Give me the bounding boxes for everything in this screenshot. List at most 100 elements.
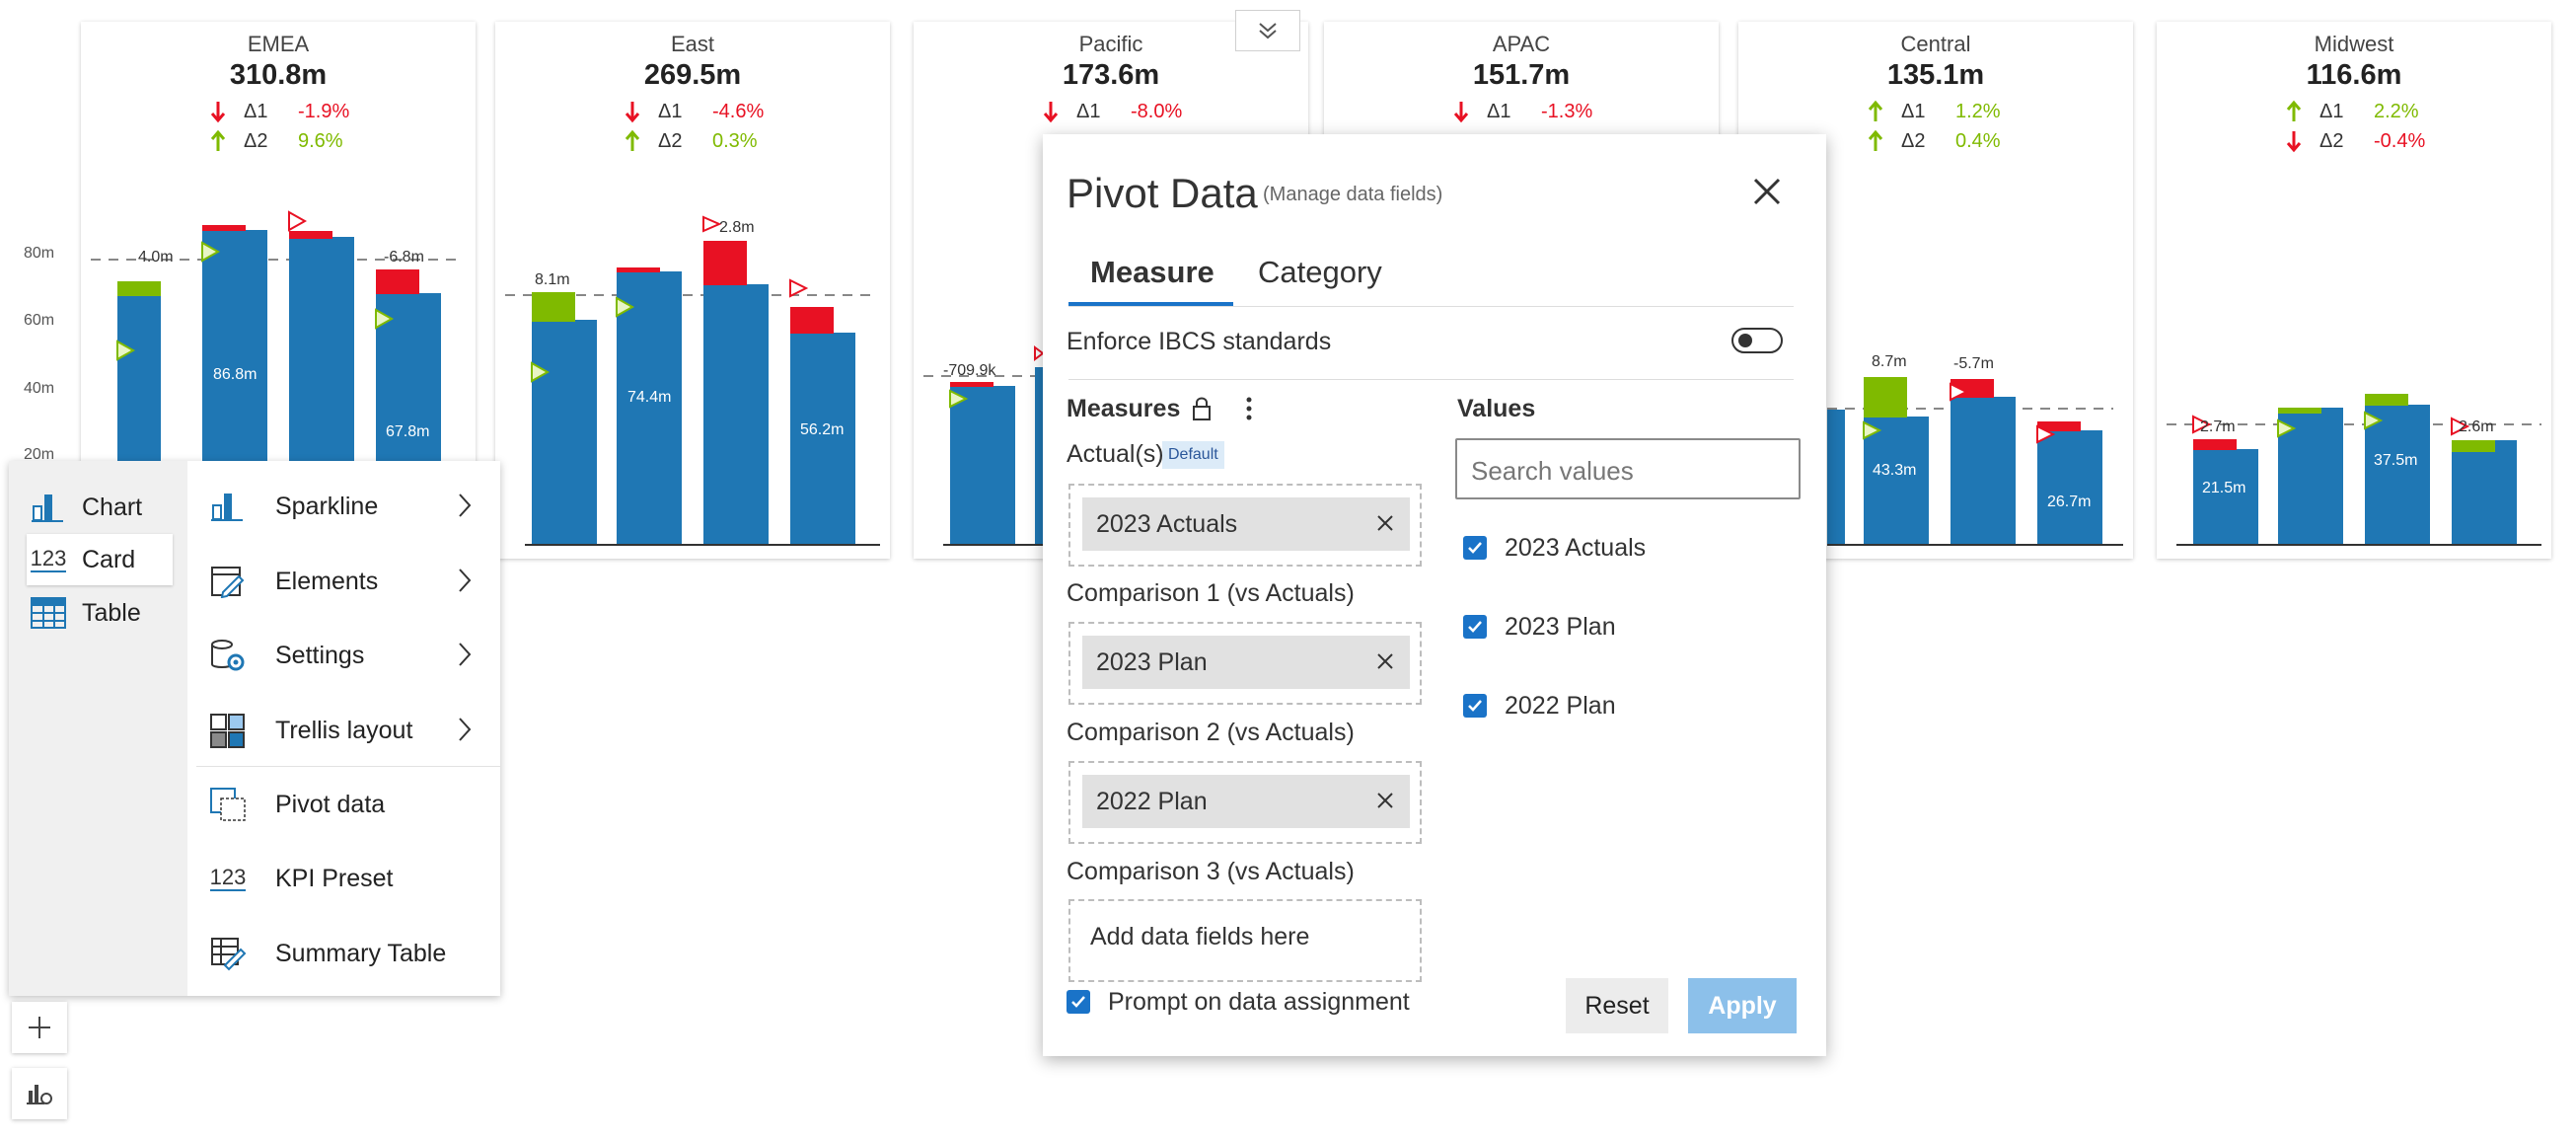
arrow-up-icon	[1868, 100, 1883, 121]
x-tick-label: Q3	[2380, 557, 2400, 559]
bar-actual	[2365, 405, 2430, 545]
bar-variance-negative	[790, 307, 834, 334]
visual-type-table[interactable]: Table	[27, 587, 141, 639]
y-tick: 40m	[24, 380, 55, 397]
visual-type-chart[interactable]: Chart	[27, 482, 142, 533]
close-icon[interactable]	[1747, 172, 1787, 211]
delta-value: 0.3%	[712, 130, 758, 152]
delta-label: Δ1	[1901, 101, 1926, 122]
menu-item-elements[interactable]: Elements	[206, 547, 492, 616]
section-divider	[1068, 379, 1794, 380]
menu-item-kpi-preset[interactable]: 123 KPI Preset	[206, 844, 492, 913]
elements-edit-icon	[206, 562, 250, 601]
value-checkbox-row[interactable]: 2023 Plan	[1463, 610, 1616, 644]
visual-type-card[interactable]: 123 Card	[27, 534, 173, 585]
ibcs-toggle[interactable]	[1731, 328, 1783, 353]
remove-icon[interactable]	[1374, 512, 1396, 534]
bar-actual	[1864, 417, 1929, 545]
apply-button[interactable]: Apply	[1688, 978, 1797, 1033]
bar-chart-icon	[27, 488, 70, 527]
field-chip[interactable]: 2023 Plan	[1082, 636, 1410, 689]
add-visual-button[interactable]	[12, 1002, 67, 1053]
x-tick-label: Q2	[2293, 557, 2314, 559]
delta-row: Δ1 -4.6%	[495, 99, 890, 128]
delta-label: Δ1	[2319, 101, 2344, 122]
comparison-2-dropzone[interactable]: 2022 Plan	[1068, 761, 1422, 844]
pivot-data-icon	[206, 785, 250, 824]
delta-label: Δ2	[658, 130, 683, 152]
bar-actual	[617, 271, 682, 545]
field-chip[interactable]: 2022 Plan	[1082, 775, 1410, 828]
prompt-label: Prompt on data assignment	[1108, 987, 1410, 1016]
y-tick: 80m	[24, 245, 55, 262]
remove-icon[interactable]	[1374, 790, 1396, 811]
value-label: 2022 Plan	[1505, 691, 1616, 720]
search-values-input[interactable]: Search values	[1455, 438, 1801, 499]
menu-item-pivot-data[interactable]: Pivot data	[206, 770, 492, 839]
bar-variance-negative	[2193, 439, 2237, 450]
delta-row: Δ1 2.2%	[2157, 99, 2551, 128]
dialog-subtitle: (Manage data fields)	[1263, 184, 1443, 205]
toggle-knob	[1738, 334, 1752, 347]
data-label: 2.6m	[2459, 418, 2494, 435]
bar-value-label: 56.2m	[800, 421, 844, 438]
lock-icon[interactable]	[1191, 395, 1213, 422]
trellis-card-east[interactable]: 8.1m 2.8m 74.4m 56.2m Q1 Q2 Q3 Q4 East 2…	[495, 22, 890, 559]
x-tick-label: Q2	[1877, 557, 1898, 559]
value-checkbox-row[interactable]: 2023 Actuals	[1463, 531, 1646, 565]
comparison-1-dropzone[interactable]: 2023 Plan	[1068, 622, 1422, 705]
menu-item-label: Settings	[275, 641, 365, 669]
arrow-down-icon	[625, 102, 640, 123]
menu-item-trellis-layout[interactable]: Trellis layout	[206, 696, 492, 765]
double-chevron-down-icon	[1259, 23, 1277, 39]
data-label: 2.7m	[2200, 418, 2236, 435]
bar-value-label: 67.8m	[386, 423, 429, 440]
tab-measure[interactable]: Measure	[1090, 255, 1214, 290]
data-label: 2.8m	[719, 219, 755, 236]
checkbox-checked[interactable]	[1067, 990, 1090, 1014]
more-options-icon[interactable]	[1244, 395, 1254, 422]
remove-icon[interactable]	[1374, 650, 1396, 672]
trellis-card-midwest[interactable]: 2.7m 2.6m 21.5m 37.5m Q1 Q2 Q3 Q4 Midwes…	[2157, 22, 2551, 559]
arrow-up-icon	[625, 129, 640, 151]
value-checkbox-row[interactable]: 2022 Plan	[1463, 689, 1616, 722]
menu-item-label: Summary Table	[275, 939, 447, 967]
menu-item-label: Pivot data	[275, 790, 386, 818]
bar-actual	[703, 284, 769, 545]
delta-value: 0.4%	[1955, 130, 2001, 152]
chart-settings-button[interactable]	[12, 1068, 67, 1119]
summary-table-icon	[206, 934, 250, 973]
bar-variance-positive	[117, 281, 161, 296]
checkbox-checked[interactable]	[1463, 694, 1487, 718]
comparison-3-dropzone[interactable]: Add data fields here	[1068, 899, 1422, 982]
chevron-right-icon	[459, 643, 472, 666]
tab-divider	[1068, 306, 1794, 307]
menu-item-settings[interactable]: Settings	[206, 621, 492, 690]
chip-label: 2022 Plan	[1096, 787, 1208, 815]
reset-button[interactable]: Reset	[1566, 978, 1668, 1033]
dialog-title: Pivot Data	[1067, 170, 1258, 216]
tab-category[interactable]: Category	[1258, 255, 1382, 290]
chart-settings-icon	[27, 1085, 52, 1104]
bar-variance-negative	[703, 241, 747, 285]
x-tick-label: Q3	[1964, 557, 1985, 559]
actuals-dropzone[interactable]: 2023 Actuals	[1068, 484, 1422, 567]
marker-flag	[288, 210, 308, 232]
marker-flag	[702, 215, 722, 233]
kpi-preset-icon: 123	[206, 859, 250, 898]
data-label: -5.7m	[1953, 355, 1994, 372]
menu-item-sparkline[interactable]: Sparkline	[206, 472, 492, 541]
delta-value: 9.6%	[298, 130, 343, 152]
collapse-toolbar-button[interactable]	[1235, 10, 1300, 51]
bar-value-label: 74.4m	[627, 389, 671, 406]
checkbox-checked[interactable]	[1463, 615, 1487, 639]
bar-value-label: 37.5m	[2374, 452, 2417, 469]
chip-label: 2023 Actuals	[1096, 509, 1238, 538]
data-label: -6.8m	[384, 249, 424, 266]
checkbox-checked[interactable]	[1463, 536, 1487, 560]
field-chip[interactable]: 2023 Actuals	[1082, 497, 1410, 551]
menu-item-summary-table[interactable]: Summary Table	[206, 919, 492, 988]
arrow-down-icon	[210, 102, 226, 123]
prompt-on-assignment[interactable]: Prompt on data assignment	[1067, 987, 1410, 1017]
delta-label: Δ2	[1901, 130, 1926, 152]
